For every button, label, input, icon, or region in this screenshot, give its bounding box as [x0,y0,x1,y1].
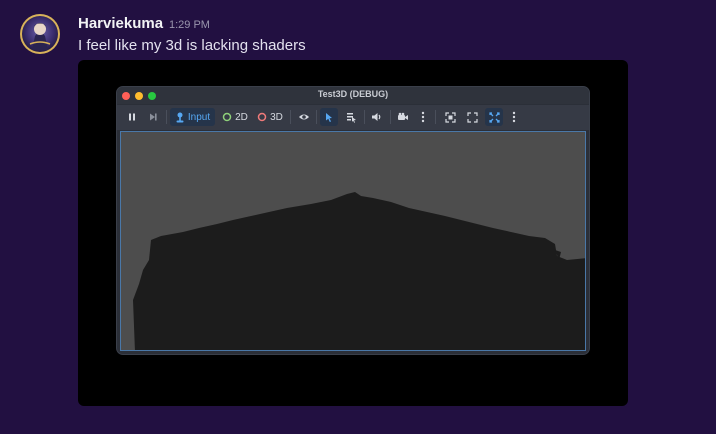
game-debug-window: Test3D (DEBUG) Input 2D 3D [116,86,590,355]
toolbar-separator [316,110,317,124]
audio-button[interactable] [368,108,386,126]
screenshot-button[interactable] [441,108,459,126]
select-tool-button[interactable] [320,108,338,126]
camera-options-button[interactable] [416,108,430,126]
arrows-out-icon [488,111,500,123]
circle-3d-icon [257,112,267,122]
pause-icon [129,113,135,121]
toolbar-separator [390,110,391,124]
mode-3d-button[interactable]: 3D [255,108,285,126]
embed-window-button[interactable] [485,108,503,126]
toolbar-separator [435,110,436,124]
camera-icon [398,112,408,120]
list-select-button[interactable] [342,108,360,126]
cursor-arrow-icon [326,112,332,122]
fullscreen-button[interactable] [463,108,481,126]
speaker-icon [372,113,381,121]
frame-focus-icon [444,111,456,123]
debug-toolbar: Input 2D 3D [117,105,589,130]
eye-icon [299,114,309,120]
toolbar-separator [166,110,167,124]
window-options-button[interactable] [507,108,521,126]
step-forward-icon [150,113,157,121]
mode-2d-button[interactable]: 2D [220,108,250,126]
visibility-button[interactable] [295,108,313,126]
username[interactable]: Harviekuma [78,15,163,32]
toolbar-separator [290,110,291,124]
user-avatar[interactable] [20,14,60,54]
input-mode-label: Input [187,111,211,123]
message-text: I feel like my 3d is lacking shaders [78,37,306,54]
message-timestamp: 1:29 PM [169,19,210,31]
terrain-render [133,192,585,350]
mode-2d-label: 2D [235,111,248,123]
game-viewport[interactable] [120,131,586,351]
chat-message: Harviekuma 1:29 PM I feel like my 3d is … [0,0,716,434]
circle-2d-icon [222,112,232,122]
window-title: Test3D (DEBUG) [317,89,389,99]
mode-3d-label: 3D [270,111,283,123]
more-vertical-icon [512,111,516,123]
window-titlebar: Test3D (DEBUG) [117,87,589,104]
input-mode-button[interactable]: Input [170,108,215,126]
more-vertical-icon [421,111,425,123]
step-frame-button[interactable] [144,108,162,126]
list-cursor-icon [346,112,356,123]
camera-button[interactable] [394,108,412,126]
pause-button[interactable] [123,108,141,126]
joystick-icon [176,112,184,122]
toolbar-separator [364,110,365,124]
expand-icon [466,111,478,123]
image-attachment[interactable]: Test3D (DEBUG) Input 2D 3D [78,60,628,406]
